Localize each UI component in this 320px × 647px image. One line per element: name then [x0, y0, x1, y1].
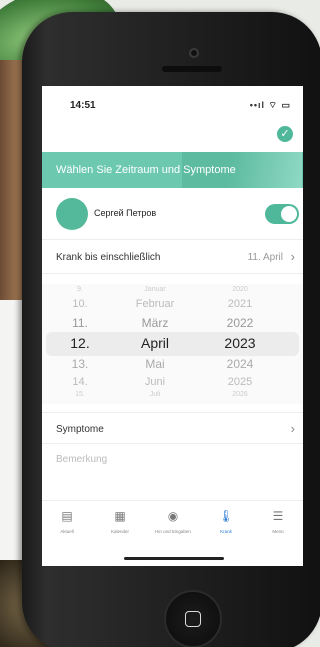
top-bar: ✓	[42, 126, 303, 152]
day-option[interactable]: 13.	[50, 357, 110, 371]
home-indicator	[124, 557, 224, 560]
profile-name: Сергей Петров	[94, 208, 157, 218]
month-column[interactable]: Januar Februar März April Mai Juni Juli	[120, 284, 190, 404]
month-option[interactable]: Juni	[120, 376, 190, 388]
year-option[interactable]: 2021	[210, 298, 270, 310]
toggle-knob	[281, 206, 297, 222]
year-option[interactable]: 2022	[210, 316, 270, 330]
tab-current[interactable]: ▤ Aktuell	[42, 509, 92, 534]
menu-icon: ☰	[272, 509, 284, 523]
circle-icon: ◉	[167, 509, 179, 523]
app-screen: 14:51 ••ıl ⌔ ▭ ✓ Wählen Sie Zeitraum und…	[42, 86, 303, 566]
day-option[interactable]: 9.	[50, 286, 110, 293]
sick-until-row[interactable]: Krank bis einschließlich 11. April ›	[42, 240, 303, 274]
banner-text: Wählen Sie Zeitraum und Symptome	[56, 164, 236, 176]
day-selected[interactable]: 12.	[50, 335, 110, 351]
profile-row: Сергей Петров	[42, 188, 303, 240]
year-selected[interactable]: 2023	[210, 335, 270, 351]
tab-label: Kalender	[110, 529, 129, 534]
home-square-icon	[185, 611, 201, 627]
month-option[interactable]: Mai	[120, 357, 190, 371]
profile-toggle[interactable]	[265, 204, 299, 224]
tab-bar: ▤ Aktuell ▦ Kalender ◉ Hin und Eingaben …	[42, 500, 303, 546]
chevron-right-icon: ›	[290, 421, 295, 436]
sick-until-label: Krank bis einschließlich	[56, 252, 161, 263]
tab-entries[interactable]: ◉ Hin und Eingaben	[148, 509, 198, 534]
note-placeholder: Bemerkung	[56, 454, 108, 465]
year-option[interactable]: 2025	[210, 376, 270, 388]
status-icons: ••ıl ⌔ ▭	[249, 100, 291, 110]
tab-calendar[interactable]: ▦ Kalender	[95, 509, 145, 534]
year-column[interactable]: 2020 2021 2022 2023 2024 2025 2026	[210, 284, 270, 404]
calendar-icon: ▦	[114, 509, 126, 523]
tab-label: Hin und Eingaben	[155, 529, 191, 534]
symptoms-row[interactable]: Symptome ›	[42, 412, 303, 444]
day-column[interactable]: 9. 10. 11. 12. 13. 14. 15.	[50, 284, 110, 404]
day-option[interactable]: 14.	[50, 376, 110, 388]
home-button[interactable]	[164, 590, 222, 647]
month-option[interactable]: Juli	[120, 391, 190, 398]
year-option[interactable]: 2020	[210, 286, 270, 293]
confirm-check-icon[interactable]: ✓	[277, 126, 293, 142]
sick-until-value: 11. April	[247, 252, 283, 263]
month-option[interactable]: Januar	[120, 286, 190, 293]
month-option[interactable]: März	[120, 316, 190, 330]
day-option[interactable]: 11.	[50, 316, 110, 330]
status-bar: 14:51 ••ıl ⌔ ▭	[42, 86, 303, 126]
date-picker[interactable]: 9. 10. 11. 12. 13. 14. 15. Januar Februa…	[42, 284, 303, 404]
chevron-right-icon: ›	[290, 249, 295, 264]
year-option[interactable]: 2026	[210, 391, 270, 398]
tab-sick[interactable]: 🌡 Krank	[201, 509, 251, 534]
current-icon: ▤	[61, 509, 73, 523]
status-time: 14:51	[70, 100, 96, 111]
tab-label: Aktuell	[60, 529, 74, 534]
note-field[interactable]: Bemerkung	[42, 444, 303, 484]
front-camera	[189, 48, 199, 58]
symptoms-label: Symptome	[56, 424, 104, 435]
tab-label: Krank	[220, 529, 232, 534]
month-option[interactable]: Februar	[120, 298, 190, 310]
day-option[interactable]: 10.	[50, 298, 110, 310]
avatar	[56, 198, 88, 230]
tab-menu[interactable]: ☰ Menü	[253, 509, 303, 534]
year-option[interactable]: 2024	[210, 357, 270, 371]
tab-label: Menü	[272, 529, 284, 534]
month-selected[interactable]: April	[120, 335, 190, 351]
thermometer-icon: 🌡	[218, 509, 234, 523]
instruction-banner: Wählen Sie Zeitraum und Symptome	[42, 152, 303, 188]
earpiece-speaker	[162, 66, 222, 72]
day-option[interactable]: 15.	[50, 391, 110, 398]
